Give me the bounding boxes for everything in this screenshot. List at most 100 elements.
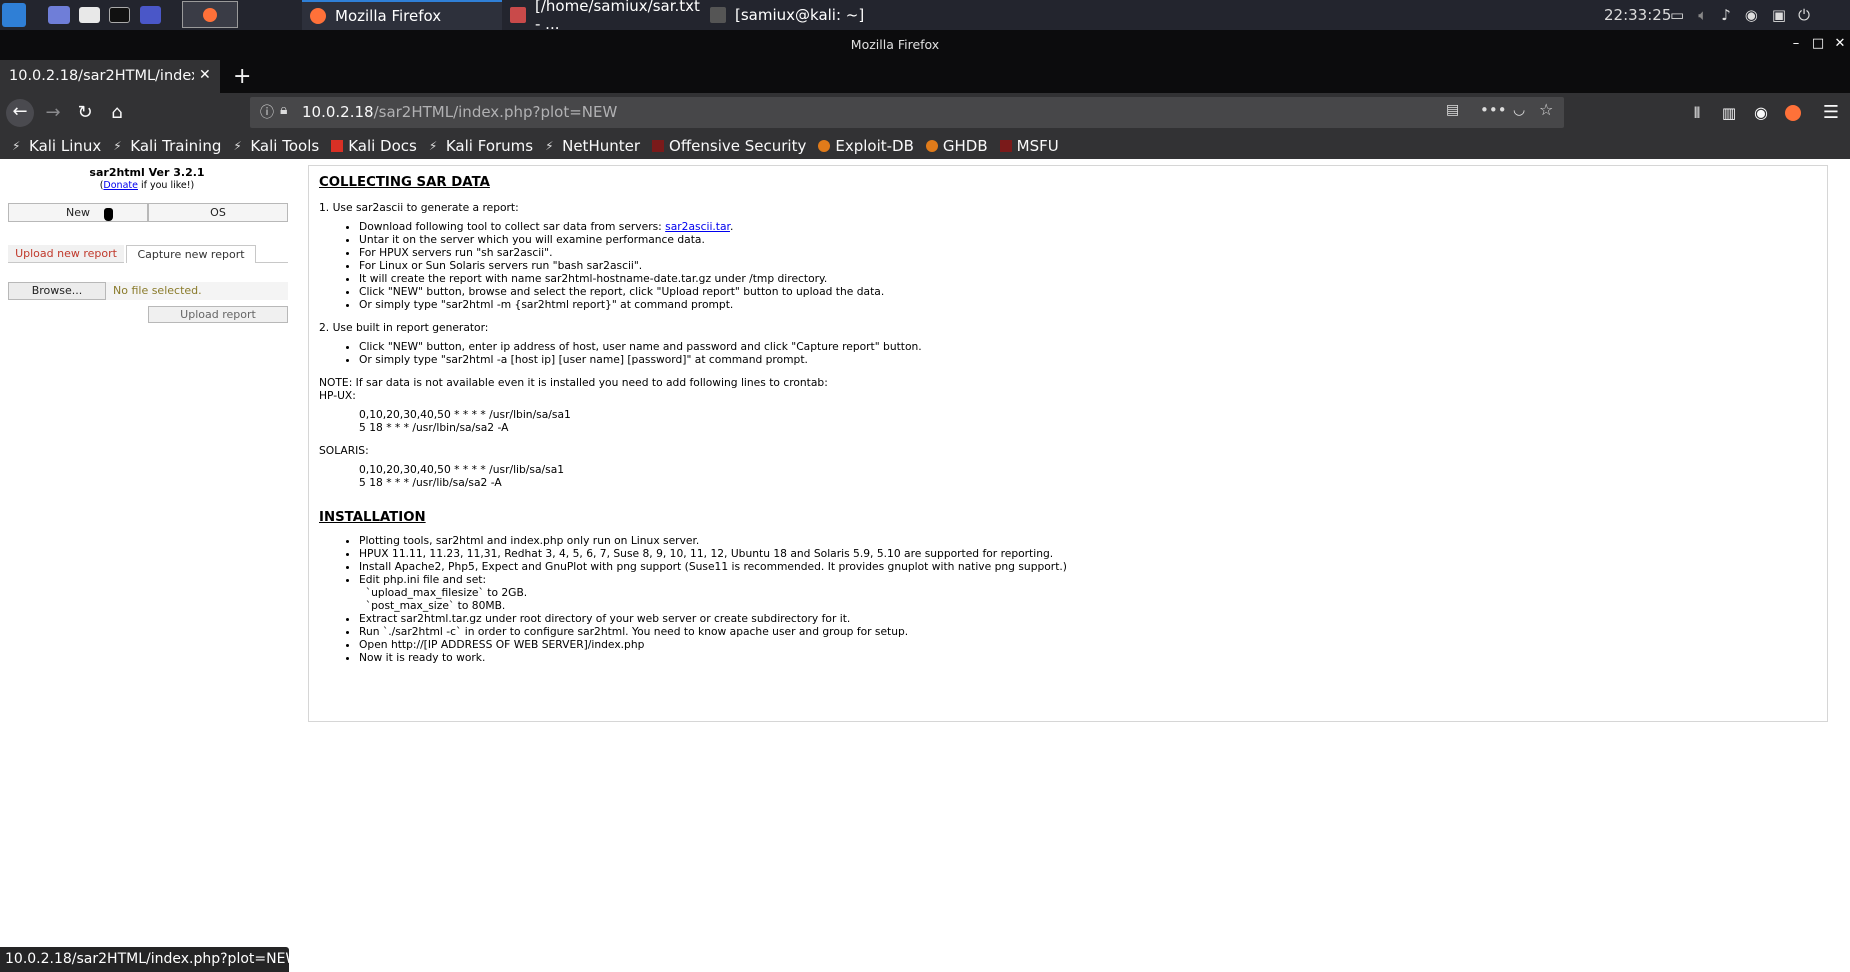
terminal-icon[interactable]: [109, 7, 130, 23]
url-text[interactable]: 10.0.2.18/sar2HTML/index.php?plot=NEW: [302, 103, 617, 121]
insecure-connection-icon[interactable]: 🔒︎: [280, 102, 287, 118]
taskbar-item-mousepad[interactable]: [/home/samiux/sar.txt - ...: [502, 0, 702, 33]
menu-icon[interactable]: ☰: [1818, 100, 1844, 126]
display-icon[interactable]: ▭: [1670, 6, 1684, 24]
volume-icon[interactable]: 🔈︎: [1698, 6, 1707, 24]
bookmark-label: Kali Tools: [250, 136, 320, 155]
download-text: Download following tool to collect sar d…: [359, 220, 666, 233]
list-item: Click "NEW" button, browse and select th…: [359, 285, 1817, 298]
network-icon[interactable]: ◉: [1745, 6, 1758, 24]
tab-close-icon[interactable]: ✕: [199, 67, 211, 83]
kali-dragon-icon: ⚡︎: [12, 138, 21, 153]
maximize-icon[interactable]: □: [1810, 35, 1826, 53]
crontab-note: NOTE: If sar data is not available even …: [319, 376, 828, 389]
extension-icon[interactable]: [1780, 100, 1806, 126]
sar2html-sidebar: sar2html Ver 3.2.1 (Donate if you like!)…: [6, 165, 288, 323]
os-button[interactable]: OS: [148, 203, 288, 222]
firefox-icon: [310, 8, 326, 24]
taskbar-item-firefox[interactable]: Mozilla Firefox: [302, 0, 502, 30]
sidebar-icon[interactable]: ▥: [1716, 100, 1742, 126]
bookmark-kali-training[interactable]: ⚡︎ Kali Training: [113, 137, 221, 155]
browse-button[interactable]: Browse...: [8, 282, 106, 300]
list-item: Run `./sar2html -c` in order to configur…: [359, 625, 1817, 638]
new-tab-icon[interactable]: +: [233, 64, 251, 89]
bookmark-msfu[interactable]: MSFU: [999, 137, 1059, 155]
list-item: It will create the report with name sar2…: [359, 272, 1817, 285]
kali-dragon-icon: ⚡︎: [233, 138, 242, 153]
list-item: For Linux or Sun Solaris servers run "ba…: [359, 259, 1817, 272]
bookmark-kali-forums[interactable]: ⚡︎ Kali Forums: [429, 137, 533, 155]
home-icon[interactable]: ⌂: [104, 100, 130, 126]
download-suffix: .: [729, 220, 734, 233]
url-bar[interactable]: ⓘ 🔒︎ 10.0.2.18/sar2HTML/index.php?plot=N…: [250, 97, 1564, 128]
mousepad-icon: [510, 7, 526, 23]
collecting-title: COLLECTING SAR DATA: [319, 175, 490, 190]
lock-icon[interactable]: ▣: [1772, 6, 1786, 24]
installation-list: Plotting tools, sar2html and index.php o…: [319, 534, 1817, 664]
clock[interactable]: 22:33:25: [1604, 6, 1671, 24]
reader-view-icon[interactable]: ▤: [1446, 102, 1459, 118]
desktop-icon[interactable]: [48, 6, 70, 24]
docs-icon: [331, 139, 344, 152]
bookmark-kali-tools[interactable]: ⚡︎ Kali Tools: [233, 137, 319, 155]
bookmark-star-icon[interactable]: ☆: [1539, 100, 1553, 119]
list-item: Edit php.ini file and set: `upload_max_f…: [359, 573, 1817, 612]
file-status: No file selected.: [113, 284, 202, 297]
power-icon[interactable]: ⏻: [1798, 6, 1810, 24]
list-item: HPUX 11.11, 11.23, 11,31, Redhat 3, 4, 5…: [359, 547, 1817, 560]
notification-bell-icon[interactable]: ♪: [1721, 6, 1731, 24]
offsec-icon: [652, 139, 665, 152]
bookmark-label: Kali Training: [130, 136, 222, 155]
taskbar-item-terminal[interactable]: [samiux@kali: ~]: [702, 0, 902, 30]
page-content: sar2html Ver 3.2.1 (Donate if you like!)…: [0, 159, 1850, 972]
bookmark-ghdb[interactable]: GHDB: [925, 137, 988, 155]
mouse-cursor: [104, 208, 113, 221]
donate-link[interactable]: Donate: [103, 180, 138, 191]
sar2ascii-link[interactable]: sar2ascii.tar: [665, 220, 730, 233]
file-manager-icon[interactable]: [79, 7, 100, 23]
upload-report-button[interactable]: Upload report: [148, 306, 288, 323]
new-button[interactable]: New: [8, 203, 148, 222]
step2-list: Click "NEW" button, enter ip address of …: [319, 340, 1817, 366]
bookmark-nethunter[interactable]: ⚡︎ NetHunter: [545, 137, 640, 155]
kali-dragon-icon: ⚡︎: [428, 138, 438, 153]
kali-menu-icon[interactable]: [2, 3, 26, 27]
bookmark-offensive-security[interactable]: Offensive Security: [652, 137, 806, 155]
site-info-icon[interactable]: ⓘ: [260, 102, 274, 122]
screen-recorder-icon[interactable]: [140, 6, 161, 24]
minimize-icon[interactable]: –: [1788, 35, 1804, 53]
list-item: Or simply type "sar2html -m {sar2html re…: [359, 298, 1817, 311]
list-item: Download following tool to collect sar d…: [359, 220, 1817, 233]
hpux-label: HP-UX:: [319, 389, 356, 402]
tab-strip: 10.0.2.18/sar2HTML/index.php?plot=NEW ✕ …: [0, 60, 1850, 93]
workspace-switcher[interactable]: [182, 1, 238, 28]
library-icon[interactable]: ⫴: [1684, 100, 1710, 126]
firefox-workspace-icon: [203, 8, 217, 22]
list-item: Extract sar2html.tar.gz under root direc…: [359, 612, 1817, 625]
window-title: Mozilla Firefox: [850, 37, 940, 52]
post-max-setting: `post_max_size` to 80MB.: [365, 599, 506, 612]
donate-after: if you like!): [137, 180, 195, 191]
bookmark-exploit-db[interactable]: Exploit-DB: [818, 137, 914, 155]
bookmark-kali-docs[interactable]: Kali Docs: [331, 137, 417, 155]
bookmark-label: Exploit-DB: [835, 136, 914, 155]
tab-title: 10.0.2.18/sar2HTML/index.php?plot=NEW: [9, 68, 194, 84]
forward-icon[interactable]: →: [40, 100, 66, 126]
bookmark-label: Kali Forums: [445, 136, 534, 155]
list-item: Untar it on the server which you will ex…: [359, 233, 1817, 246]
os-top-panel: Mozilla Firefox [/home/samiux/sar.txt - …: [0, 0, 1850, 33]
back-icon[interactable]: ←: [6, 99, 34, 127]
page-actions-icon[interactable]: •••: [1480, 101, 1507, 119]
pocket-icon[interactable]: ◡: [1513, 102, 1525, 118]
account-icon[interactable]: ◉: [1748, 100, 1774, 126]
navigation-toolbar: ← → ↻ ⌂ ⓘ 🔒︎ 10.0.2.18/sar2HTML/index.ph…: [0, 93, 1850, 132]
nethunter-icon: ⚡︎: [545, 138, 554, 153]
tab-capture-new-report[interactable]: Capture new report: [126, 245, 256, 263]
reload-icon[interactable]: ↻: [72, 100, 98, 126]
kali-dragon-icon: ⚡︎: [113, 138, 122, 153]
bookmark-label: Kali Linux: [29, 136, 102, 155]
close-icon[interactable]: ✕: [1832, 35, 1848, 53]
tab-sar2html[interactable]: 10.0.2.18/sar2HTML/index.php?plot=NEW ✕: [0, 60, 220, 93]
tab-upload-new-report[interactable]: Upload new report: [8, 245, 124, 263]
bookmark-kali-linux[interactable]: ⚡︎ Kali Linux: [12, 137, 101, 155]
